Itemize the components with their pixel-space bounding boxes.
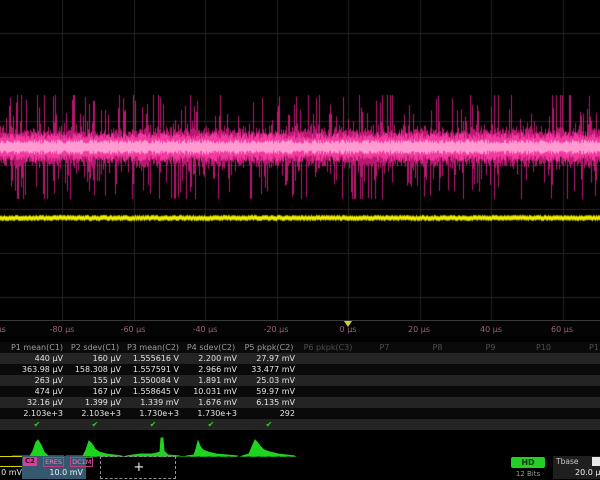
time-tick: -80 µs bbox=[50, 325, 75, 334]
sdev-cell: 1.676 mV bbox=[182, 397, 240, 408]
num-cell: 1.730e+3 bbox=[124, 408, 182, 419]
channel-c2-eres-badge: ERES bbox=[43, 457, 64, 467]
timebase-scale: 20.0 µs bbox=[575, 467, 600, 479]
table-header-row: P1 mean(C1) P2 sdev(C1) P3 mean(C2) P4 s… bbox=[0, 342, 600, 353]
timebase-delay-field bbox=[592, 457, 600, 466]
table-row-status: ✔ ✔ ✔ ✔ ✔ bbox=[0, 419, 600, 430]
param-header-p5[interactable]: P5 pkpk(C2) bbox=[240, 342, 298, 353]
mean-cell: 158.308 µV bbox=[66, 364, 124, 375]
waveform-graticule[interactable] bbox=[0, 0, 600, 320]
time-tick: -60 µs bbox=[121, 325, 146, 334]
table-row-num: 2.103e+3 2.103e+3 1.730e+3 1.730e+3 292 bbox=[0, 408, 600, 419]
value-cell: 160 µV bbox=[66, 353, 124, 364]
channel-c2-coupling-badge: DC1M bbox=[70, 457, 93, 467]
time-tick: 20 µs bbox=[408, 325, 430, 334]
histicon bbox=[186, 441, 238, 456]
max-cell: 167 µV bbox=[66, 386, 124, 397]
min-cell: 155 µV bbox=[66, 375, 124, 386]
table-row-value: 440 µV 160 µV 1.555616 V 2.200 mV 27.97 … bbox=[0, 353, 600, 364]
max-cell: 10.031 mV bbox=[182, 386, 240, 397]
mean-cell: 1.557591 V bbox=[124, 364, 182, 375]
time-tick: -20 µs bbox=[264, 325, 289, 334]
time-tick: 60 µs bbox=[551, 325, 573, 334]
min-cell: 263 µV bbox=[8, 375, 66, 386]
table-row-sdev: 32.16 µV 1.399 µV 1.339 mV 1.676 mV 6.13… bbox=[0, 397, 600, 408]
mean-cell: 33.477 mV bbox=[240, 364, 298, 375]
param-header-p4[interactable]: P4 sdev(C2) bbox=[182, 342, 240, 353]
param-header-p7[interactable]: P7 bbox=[358, 342, 411, 353]
param-header-p3[interactable]: P3 mean(C2) bbox=[124, 342, 182, 353]
table-row-max: 474 µV 167 µV 1.558645 V 10.031 mV 59.97… bbox=[0, 386, 600, 397]
sdev-cell: 32.16 µV bbox=[8, 397, 66, 408]
param-header-p1[interactable]: P1 mean(C1) bbox=[8, 342, 66, 353]
value-cell: 2.200 mV bbox=[182, 353, 240, 364]
histicon bbox=[126, 438, 180, 456]
param-header-p2[interactable]: P2 sdev(C1) bbox=[66, 342, 124, 353]
max-cell: 474 µV bbox=[8, 386, 66, 397]
time-tick: 40 µs bbox=[480, 325, 502, 334]
status-check-icon: ✔ bbox=[66, 419, 124, 430]
measurement-table: P1 mean(C1) P2 sdev(C1) P3 mean(C2) P4 s… bbox=[0, 342, 600, 430]
time-tick: -40 µs bbox=[193, 325, 218, 334]
channel-c2-label: C2 bbox=[23, 457, 37, 466]
status-check-icon: ✔ bbox=[240, 419, 298, 430]
num-cell: 292 bbox=[240, 408, 298, 419]
min-cell: 1.891 mV bbox=[182, 375, 240, 386]
hd-bits-label: 12 Bits bbox=[508, 469, 548, 480]
param-header-p10[interactable]: P10 bbox=[517, 342, 570, 353]
mean-cell: 2.966 mV bbox=[182, 364, 240, 375]
hd-mode-badge: HD bbox=[511, 457, 545, 468]
table-row-min: 263 µV 155 µV 1.550084 V 1.891 mV 25.03 … bbox=[0, 375, 600, 386]
num-cell: 1.730e+3 bbox=[182, 408, 240, 419]
timebase-label: Tbase bbox=[556, 457, 578, 467]
histicon bbox=[66, 441, 122, 456]
param-header-p8[interactable]: P8 bbox=[411, 342, 464, 353]
value-cell: 1.555616 V bbox=[124, 353, 182, 364]
channel-c2-badges: C2 ERES DC1M bbox=[22, 456, 86, 467]
plus-icon: + bbox=[101, 457, 177, 480]
param-header-p6[interactable]: P6 pkpk(C3) bbox=[298, 342, 358, 353]
sdev-cell: 1.399 µV bbox=[66, 397, 124, 408]
max-cell: 59.97 mV bbox=[240, 386, 298, 397]
value-cell: 27.97 mV bbox=[240, 353, 298, 364]
status-check-icon: ✔ bbox=[124, 419, 182, 430]
trigger-position-marker[interactable] bbox=[344, 321, 352, 327]
mean-cell: 363.98 µV bbox=[8, 364, 66, 375]
add-trace-box[interactable]: + bbox=[100, 456, 176, 479]
status-check-icon: ✔ bbox=[8, 419, 66, 430]
table-row-mean: 363.98 µV 158.308 µV 1.557591 V 2.966 mV… bbox=[0, 364, 600, 375]
param-header-p11[interactable]: P11 bbox=[570, 342, 600, 353]
histicon bbox=[12, 440, 64, 456]
channel-c2-descriptor[interactable]: C2 ERES DC1M 10.0 mV bbox=[22, 456, 86, 479]
sdev-cell: 6.135 mV bbox=[240, 397, 298, 408]
time-axis: -100 µs -80 µs -60 µs -40 µs -20 µs 0 µs… bbox=[0, 320, 600, 337]
timebase-descriptor[interactable]: Tbase 20.0 µs bbox=[553, 456, 600, 479]
min-cell: 25.03 mV bbox=[240, 375, 298, 386]
oscilloscope-screen: -100 µs -80 µs -60 µs -40 µs -20 µs 0 µs… bbox=[0, 0, 600, 480]
min-cell: 1.550084 V bbox=[124, 375, 182, 386]
status-check-icon: ✔ bbox=[182, 419, 240, 430]
sdev-cell: 1.339 mV bbox=[124, 397, 182, 408]
max-cell: 1.558645 V bbox=[124, 386, 182, 397]
channel-c1-scale: 0 mV bbox=[0, 467, 22, 479]
channel-c2-scale: 10.0 mV bbox=[22, 467, 86, 479]
value-cell: 440 µV bbox=[8, 353, 66, 364]
histicon bbox=[242, 440, 295, 456]
param-header-p9[interactable]: P9 bbox=[464, 342, 517, 353]
num-cell: 2.103e+3 bbox=[66, 408, 124, 419]
time-tick: -100 µs bbox=[0, 325, 6, 334]
num-cell: 2.103e+3 bbox=[8, 408, 66, 419]
